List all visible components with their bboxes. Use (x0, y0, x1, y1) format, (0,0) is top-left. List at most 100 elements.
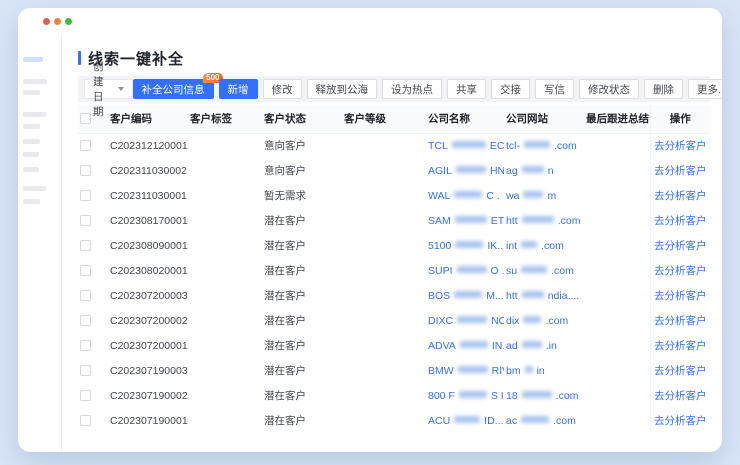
customer-code-cell: C202311030001 (108, 183, 188, 208)
row-checkbox[interactable] (80, 215, 91, 226)
select-all-checkbox[interactable] (80, 113, 91, 124)
company-name-cell: SAMET... (426, 208, 504, 233)
column-header: 客户等级 (342, 105, 426, 133)
redacted-blur (458, 366, 488, 373)
company-website-cell: tcl-.com (504, 133, 584, 158)
page-header: 线索一键补全 (78, 48, 710, 68)
row-checkbox[interactable] (80, 365, 91, 376)
customer-level-cell (342, 308, 426, 333)
add-button[interactable]: 新增 (219, 79, 258, 99)
row-checkbox[interactable] (80, 390, 91, 401)
customer-level-cell (342, 183, 426, 208)
minimize-button[interactable] (54, 18, 61, 25)
analyze-customer-link[interactable]: 去分析客户 (654, 165, 707, 177)
zoom-button[interactable] (65, 18, 72, 25)
action-cell: 去分析客户 (650, 258, 710, 283)
customer-status-cell: 潜在客户 (262, 408, 342, 433)
row-checkbox[interactable] (80, 240, 91, 251)
row-checkbox-cell (78, 408, 108, 433)
followup-summary-cell (584, 133, 650, 158)
redacted-blur (454, 291, 482, 298)
analyze-customer-link[interactable]: 去分析客户 (654, 340, 707, 352)
redacted-blur (522, 391, 552, 398)
close-button[interactable] (43, 18, 50, 25)
row-checkbox[interactable] (80, 290, 91, 301)
toolbar-button[interactable]: 共享 (447, 79, 486, 99)
column-header: 客户编码 (108, 105, 188, 133)
toolbar-button[interactable]: 释放到公海 (307, 79, 378, 99)
table-row: C202308020001潜在客户SUPIO ...su.com去分析客户 (78, 258, 710, 283)
row-checkbox[interactable] (80, 265, 91, 276)
window-titlebar (18, 8, 722, 34)
title-accent-bar (78, 51, 81, 65)
column-header: 客户标签 (188, 105, 262, 133)
toolbar-button[interactable]: 修改 (263, 79, 302, 99)
customer-code-cell: C202307190001 (108, 408, 188, 433)
redacted-blur (455, 216, 487, 223)
toolbar-button[interactable]: 设为热点 (382, 79, 442, 99)
customer-tag-cell (188, 358, 262, 383)
company-name-cell: AGILHN... (426, 158, 504, 183)
redacted-text-prefix: WAL (428, 190, 450, 202)
toolbar-button[interactable]: 修改状态 (579, 79, 639, 99)
row-checkbox[interactable] (80, 165, 91, 176)
table-row: C202307190001潜在客户ACUID...ac.com去分析客户 (78, 408, 710, 433)
redacted-text-suffix: .com (558, 215, 581, 227)
redacted-text-suffix: IN... (492, 340, 504, 352)
redacted-text-prefix: ACU (428, 415, 450, 427)
more-button[interactable]: 更多... (688, 79, 722, 99)
analyze-customer-link[interactable]: 去分析客户 (654, 365, 707, 377)
row-checkbox[interactable] (80, 340, 91, 351)
redacted-blur (454, 416, 480, 423)
row-checkbox[interactable] (80, 140, 91, 151)
row-checkbox[interactable] (80, 190, 91, 201)
toolbar-button[interactable]: 交接 (491, 79, 530, 99)
customer-status-cell: 潜在客户 (262, 383, 342, 408)
toolbar-button[interactable]: 写信 (535, 79, 574, 99)
analyze-customer-link[interactable]: 去分析客户 (654, 315, 707, 327)
window-frame: 线索一键补全 创建日期 补全公司信息500新增修改释放到公海设为热点共享交接写信… (18, 34, 722, 452)
analyze-customer-link[interactable]: 去分析客户 (654, 415, 707, 427)
customer-code-cell: C202308090001 (108, 233, 188, 258)
company-name-cell: DIXCNO... (426, 308, 504, 333)
followup-summary-cell (584, 208, 650, 233)
customer-level-cell (342, 283, 426, 308)
table-header-row: 客户编码客户标签客户状态客户等级公司名称公司网站最后跟进总结操作 (78, 105, 710, 133)
analyze-customer-link[interactable]: 去分析客户 (654, 190, 707, 202)
company-name-cell: TCLEC... (426, 133, 504, 158)
company-website-cell: httndia.... (504, 283, 584, 308)
row-checkbox[interactable] (80, 415, 91, 426)
redacted-blur (524, 141, 550, 148)
analyze-customer-link[interactable]: 去分析客户 (654, 240, 707, 252)
analyze-customer-link[interactable]: 去分析客户 (654, 215, 707, 227)
customer-level-cell (342, 258, 426, 283)
create-date-filter[interactable]: 创建日期 (84, 79, 133, 99)
analyze-customer-link[interactable]: 去分析客户 (654, 140, 707, 152)
analyze-customer-link[interactable]: 去分析客户 (654, 265, 707, 277)
customer-status-cell: 潜在客户 (262, 208, 342, 233)
toolbar: 创建日期 补全公司信息500新增修改释放到公海设为热点共享交接写信修改状态删除更… (78, 76, 710, 102)
toolbar-button[interactable]: 删除 (644, 79, 683, 99)
company-website-cell: ad.in (504, 333, 584, 358)
redacted-text-suffix: in (537, 365, 545, 377)
redacted-text-prefix: SUPI (428, 265, 453, 277)
redacted-text-suffix: .com (553, 415, 576, 427)
row-checkbox[interactable] (80, 315, 91, 326)
row-checkbox-cell (78, 183, 108, 208)
company-website-cell: wam (504, 183, 584, 208)
redacted-text-suffix: .com (545, 315, 568, 327)
redacted-text-suffix: NO... (491, 315, 504, 327)
complete-company-info-button[interactable]: 补全公司信息500 (133, 79, 214, 99)
customer-tag-cell (188, 183, 262, 208)
column-header: 最后跟进总结 (584, 105, 650, 133)
redacted-text-suffix: n (548, 165, 554, 177)
redacted-text-prefix: su (506, 265, 517, 277)
company-name-cell: ACUID... (426, 408, 504, 433)
redacted-text-prefix: 5100 (428, 240, 451, 252)
analyze-customer-link[interactable]: 去分析客户 (654, 290, 707, 302)
analyze-customer-link[interactable]: 去分析客户 (654, 390, 707, 402)
redacted-blur (454, 191, 482, 198)
redacted-text-suffix: .com (556, 390, 579, 402)
app-window: 线索一键补全 创建日期 补全公司信息500新增修改释放到公海设为热点共享交接写信… (18, 8, 722, 452)
redacted-text-suffix: ET... (491, 215, 504, 227)
